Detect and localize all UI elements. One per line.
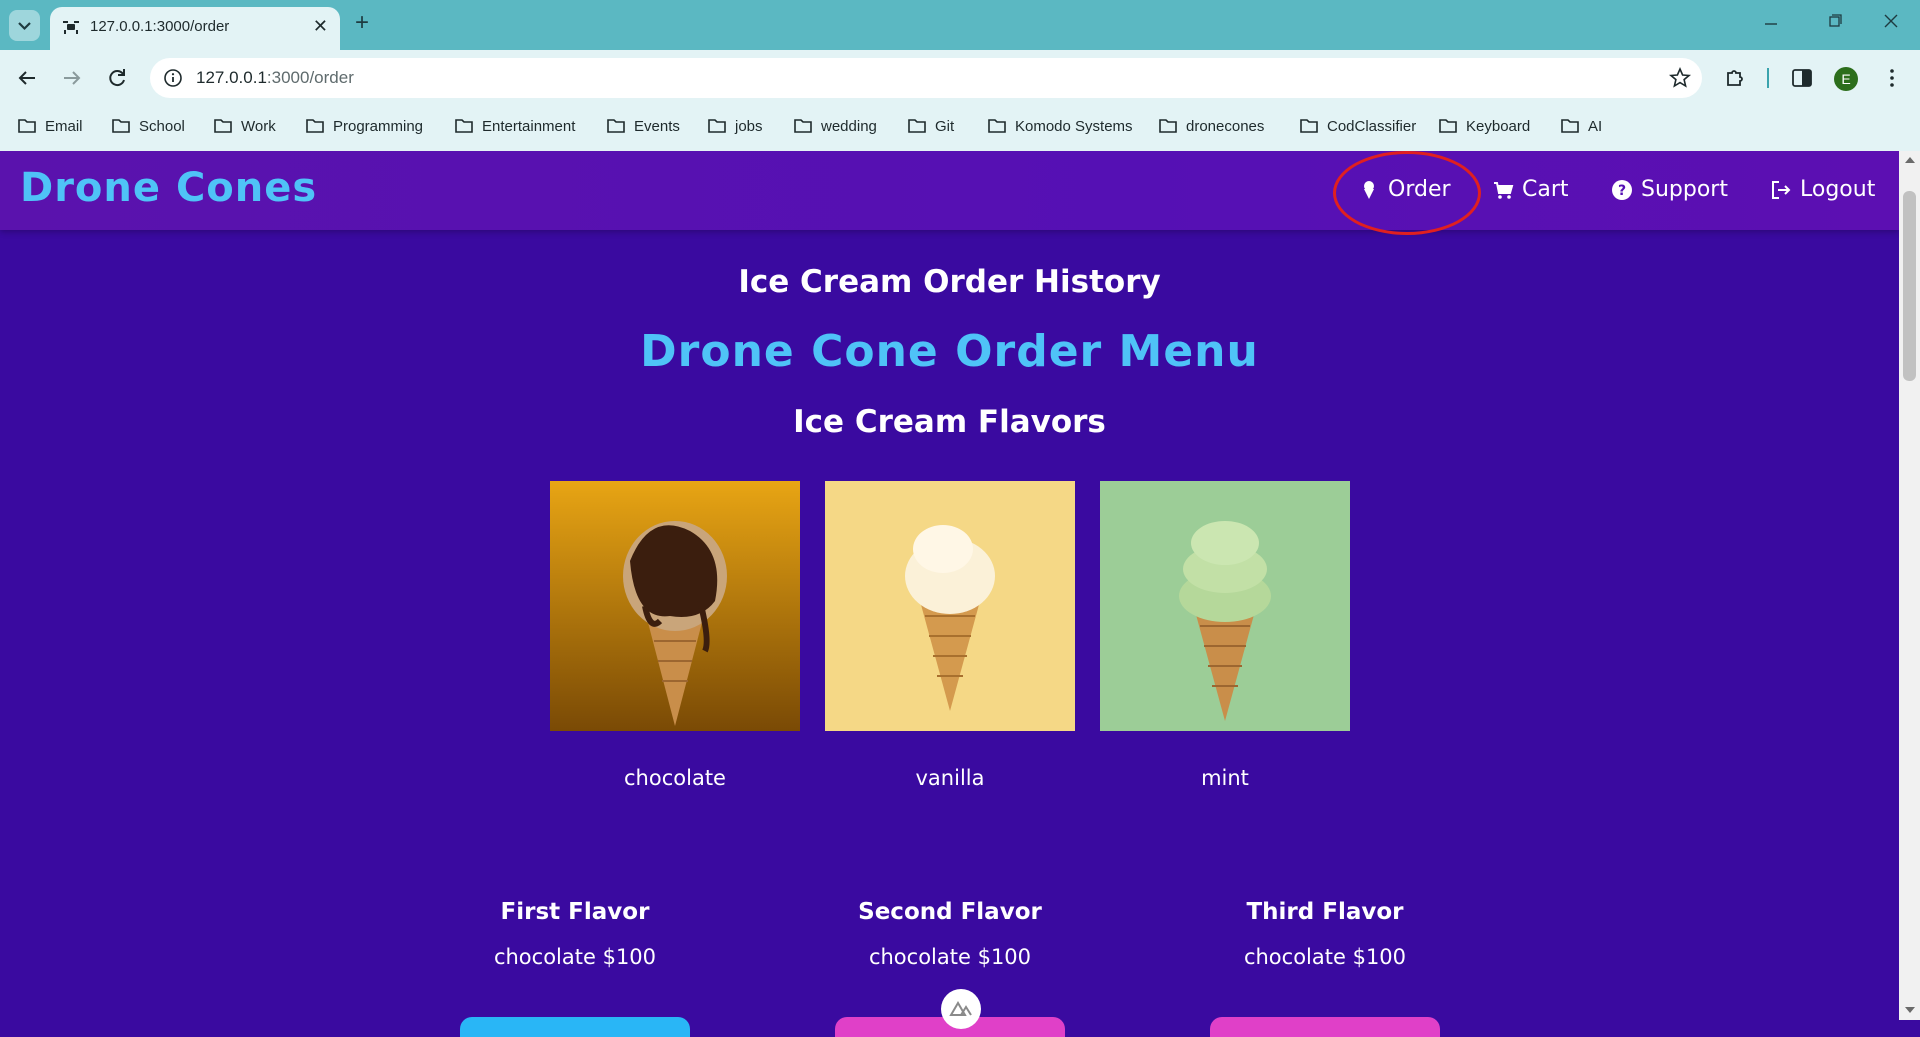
bookmark-star-icon[interactable] — [1668, 66, 1692, 90]
back-arrow-icon[interactable] — [15, 66, 39, 90]
url-text: 127.0.0.1:3000/order — [196, 68, 354, 87]
bookmark-folder[interactable]: wedding — [793, 117, 877, 135]
scroll-down-arrow-icon[interactable] — [1905, 1007, 1915, 1013]
flavor-card-mint[interactable]: mint — [1100, 481, 1350, 790]
flavors-heading: Ice Cream Flavors — [793, 404, 1106, 440]
folder-icon — [455, 119, 473, 133]
order-history-heading: Ice Cream Order History — [738, 264, 1161, 300]
second-flavor-column: Second Flavor chocolate $100 — [800, 899, 1100, 969]
nav-support-link[interactable]: ? Support — [1611, 177, 1728, 202]
bookmark-folder[interactable]: Work — [213, 117, 276, 135]
choice-value[interactable]: chocolate $100 — [425, 945, 725, 969]
nav-cart-link[interactable]: Cart — [1492, 177, 1569, 202]
drone-favicon-icon — [63, 21, 79, 34]
choice-title: Third Flavor — [1246, 899, 1404, 925]
third-flavor-column: Third Flavor chocolate $100 — [1175, 899, 1475, 969]
site-brand[interactable]: Drone Cones — [20, 165, 317, 211]
annotation-circle — [1333, 151, 1481, 235]
choice-value[interactable]: chocolate $100 — [1175, 945, 1475, 969]
reload-icon[interactable] — [105, 66, 129, 90]
folder-icon — [988, 119, 1006, 133]
new-tab-plus-icon[interactable]: + — [355, 9, 369, 37]
folder-icon — [607, 119, 625, 133]
folder-icon — [708, 119, 726, 133]
mint-ice-cream-image — [1100, 481, 1350, 731]
bookmark-folder[interactable]: jobs — [707, 117, 763, 135]
choice-title: First Flavor — [500, 899, 650, 925]
forward-arrow-icon[interactable] — [60, 66, 84, 90]
bookmark-folder[interactable]: AI — [1560, 117, 1602, 135]
cart-icon — [1494, 181, 1514, 199]
browser-tab-strip: 127.0.0.1:3000/order ✕ + — [0, 0, 1920, 50]
flavor-select-button[interactable] — [1210, 1017, 1440, 1037]
bookmark-folder[interactable]: Komodo Systems — [987, 117, 1133, 135]
window-close-icon[interactable] — [1880, 10, 1902, 32]
svg-text:?: ? — [1618, 183, 1626, 199]
folder-icon — [794, 119, 812, 133]
site-navbar: Drone Cones Order Cart ? Support Logout — [0, 151, 1899, 235]
bookmark-folder[interactable]: Git — [907, 117, 954, 135]
side-panel-icon[interactable] — [1790, 66, 1814, 90]
first-flavor-column: First Flavor chocolate $100 — [425, 899, 725, 969]
folder-icon — [1439, 119, 1457, 133]
bookmark-folder[interactable]: School — [111, 117, 185, 135]
flavor-name: mint — [1201, 766, 1249, 790]
folder-icon — [908, 119, 926, 133]
folder-icon — [1561, 119, 1579, 133]
folder-icon — [214, 119, 232, 133]
scroll-up-arrow-icon[interactable] — [1905, 157, 1915, 163]
vanilla-ice-cream-image — [825, 481, 1075, 731]
browser-tab-active[interactable]: 127.0.0.1:3000/order ✕ — [50, 7, 340, 50]
flavor-name: chocolate — [624, 766, 726, 790]
flavor-card-chocolate[interactable]: chocolate — [550, 481, 800, 790]
bookmark-folder[interactable]: Email — [17, 117, 83, 135]
tab-search-button[interactable] — [9, 10, 40, 41]
toolbar-divider — [1767, 68, 1769, 88]
restore-icon[interactable] — [1824, 10, 1846, 32]
tab-close-icon[interactable]: ✕ — [313, 16, 328, 37]
browser-toolbar: 127.0.0.1:3000/order — [0, 50, 1920, 106]
tab-title: 127.0.0.1:3000/order — [90, 18, 230, 35]
bookmark-folder[interactable]: Events — [606, 117, 680, 135]
choice-value[interactable]: chocolate $100 — [800, 945, 1100, 969]
flavor-select-button[interactable] — [460, 1017, 690, 1037]
extensions-puzzle-icon[interactable] — [1723, 66, 1747, 90]
bookmark-folder[interactable]: Keyboard — [1438, 117, 1530, 135]
site-info-icon[interactable] — [162, 67, 184, 89]
page-scrollbar[interactable] — [1899, 151, 1920, 1020]
scrollbar-thumb[interactable] — [1903, 191, 1916, 381]
address-bar[interactable]: 127.0.0.1:3000/order — [150, 58, 1702, 98]
bookmark-folder[interactable]: CodClassifier — [1299, 117, 1416, 135]
profile-avatar[interactable]: E — [1834, 67, 1858, 91]
flavor-name: vanilla — [915, 766, 985, 790]
more-menu-icon[interactable] — [1880, 66, 1904, 90]
folder-icon — [1159, 119, 1177, 133]
logout-icon — [1772, 180, 1791, 199]
folder-icon — [18, 119, 36, 133]
bookmark-folder[interactable]: Entertainment — [454, 117, 575, 135]
chevron-down-icon — [18, 22, 31, 31]
folder-icon — [306, 119, 324, 133]
bookmark-folder[interactable]: Programming — [305, 117, 423, 135]
order-menu-title: Drone Cone Order Menu — [640, 326, 1259, 377]
folder-icon — [112, 119, 130, 133]
bookmark-folder[interactable]: dronecones — [1158, 117, 1264, 135]
page-viewport: Drone Cones Order Cart ? Support Logout … — [0, 151, 1920, 1020]
flavor-card-vanilla[interactable]: vanilla — [825, 481, 1075, 790]
nuxt-logo-icon — [949, 1001, 972, 1016]
nav-logout-link[interactable]: Logout — [1770, 177, 1875, 202]
bookmarks-bar: Email School Work Programming Entertainm… — [0, 106, 1920, 152]
chocolate-ice-cream-image — [550, 481, 800, 731]
help-circle-icon: ? — [1612, 179, 1632, 200]
dev-tools-badge[interactable] — [941, 989, 981, 1029]
minimize-icon[interactable] — [1760, 10, 1782, 32]
choice-title: Second Flavor — [858, 899, 1042, 925]
folder-icon — [1300, 119, 1318, 133]
